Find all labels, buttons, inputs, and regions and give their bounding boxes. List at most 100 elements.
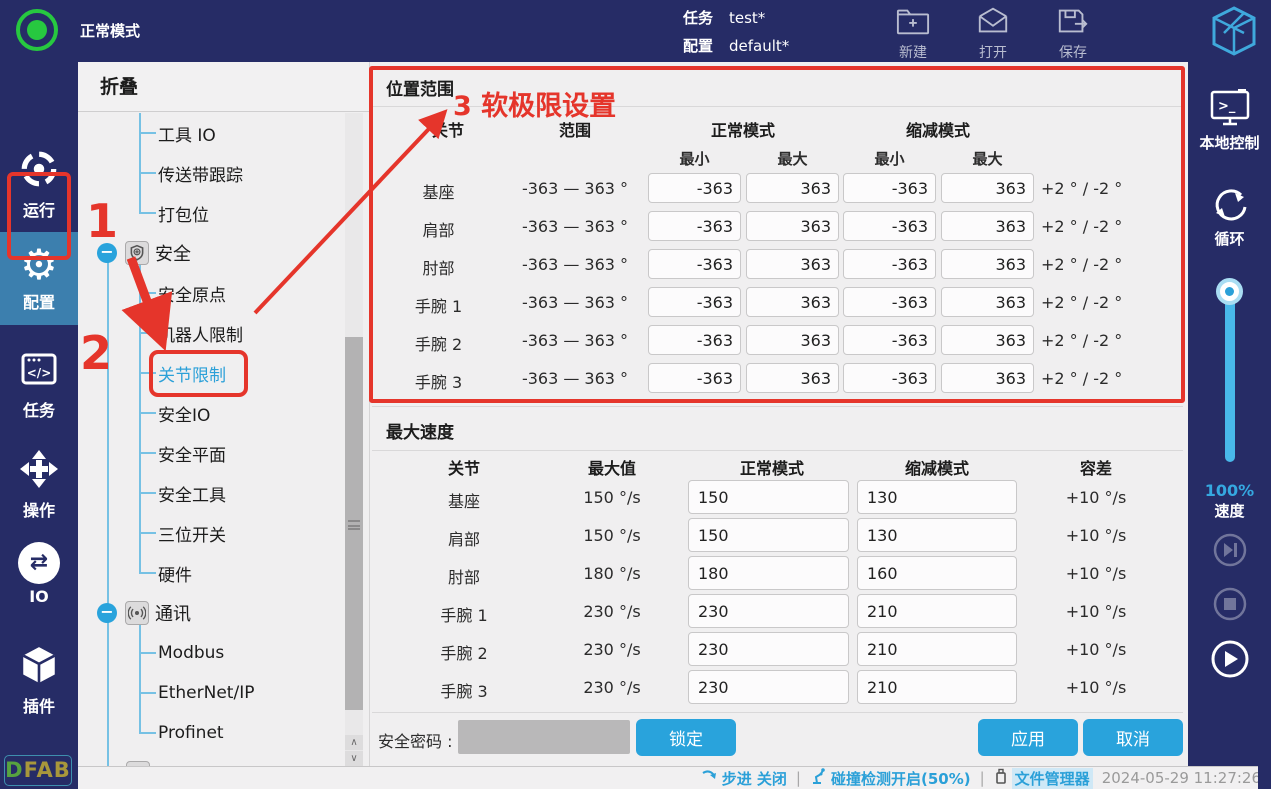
tree-item-three-pos-switch[interactable]: 三位开关 <box>78 516 338 550</box>
reduced-min-input[interactable] <box>843 249 936 279</box>
normal-min-input[interactable] <box>648 325 741 355</box>
tree-collapse-header[interactable]: 折叠 <box>78 62 370 112</box>
position-row-wrist1: 手腕 1 -363 — 363 ° +2 ° / -2 ° <box>372 285 1183 323</box>
reduced-max-input[interactable] <box>941 249 1034 279</box>
reduced-max-input[interactable] <box>941 325 1034 355</box>
reduced-speed-input[interactable] <box>857 556 1017 590</box>
reduced-speed-input[interactable] <box>857 594 1017 628</box>
normal-min-input[interactable] <box>648 211 741 241</box>
reduced-speed-input[interactable] <box>857 480 1017 514</box>
normal-speed-input[interactable] <box>688 594 849 628</box>
tree-item-safety[interactable]: − 安全 <box>78 236 338 270</box>
joint-range: -363 — 363 ° <box>505 217 645 236</box>
normal-min-input[interactable] <box>648 363 741 393</box>
reduced-min-input[interactable] <box>843 287 936 317</box>
usb-drive-icon <box>994 768 1008 789</box>
reduced-min-input[interactable] <box>843 363 936 393</box>
save-button[interactable]: 保存 <box>1043 6 1103 62</box>
reduced-min-input[interactable] <box>843 325 936 355</box>
io-swap-arrows-icon: ⇄ <box>18 542 60 584</box>
local-control-label: 本地控制 <box>1188 132 1271 153</box>
save-icon <box>1056 21 1090 40</box>
code-window-icon: </> <box>18 375 60 394</box>
tree-item-robot-limit[interactable]: 机器人限制 <box>78 316 338 350</box>
tree-scrollbar[interactable]: ∧ ∨ <box>345 113 363 766</box>
reduced-max-input[interactable] <box>941 173 1034 203</box>
tree-item-comm[interactable]: − 通讯 <box>78 596 338 630</box>
normal-min-input[interactable] <box>648 173 741 203</box>
reduced-min-input[interactable] <box>843 211 936 241</box>
normal-speed-input[interactable] <box>688 556 849 590</box>
speed-slider-thumb[interactable] <box>1216 278 1243 305</box>
reduced-speed-input[interactable] <box>857 670 1017 704</box>
normal-max-input[interactable] <box>746 249 839 279</box>
collision-detect-status[interactable]: 碰撞检测开启(50%) <box>810 768 971 789</box>
open-button[interactable]: 打开 <box>963 6 1023 62</box>
tree-item-conveyor[interactable]: 传送带跟踪 <box>78 156 338 190</box>
reduced-max-input[interactable] <box>941 211 1034 241</box>
tree-item-partial[interactable] <box>78 756 338 766</box>
nav-item-operate[interactable]: 操作 <box>0 448 78 521</box>
position-range-title: 位置范围 <box>386 75 454 100</box>
step-forward-button[interactable] <box>1188 532 1271 572</box>
tree-item-hardware[interactable]: 硬件 <box>78 556 338 590</box>
collapse-minus-icon[interactable]: − <box>97 243 117 263</box>
loop-icon[interactable] <box>1188 183 1271 231</box>
normal-max-input[interactable] <box>746 325 839 355</box>
reduced-min-input[interactable] <box>843 173 936 203</box>
cancel-button[interactable]: 取消 <box>1083 719 1183 756</box>
reduced-speed-input[interactable] <box>857 632 1017 666</box>
config-tree-panel: 折叠 工具 IO 传送带跟踪 打包位 − 安全 安全原点 机器人限制 关节限制 … <box>78 62 370 766</box>
local-control-terminal-icon[interactable]: >_ <box>1188 88 1271 132</box>
normal-max-input[interactable] <box>746 211 839 241</box>
nav-item-config-label: 配置 <box>0 289 78 313</box>
safety-password-input[interactable] <box>458 720 630 754</box>
normal-speed-input[interactable] <box>688 632 849 666</box>
normal-min-input[interactable] <box>648 287 741 317</box>
nav-item-run[interactable]: 运行 <box>0 148 78 221</box>
reduced-speed-input[interactable] <box>857 518 1017 552</box>
tree-item-ethernet-ip[interactable]: EtherNet/IP <box>78 676 338 710</box>
apply-button[interactable]: 应用 <box>978 719 1078 756</box>
nav-item-config[interactable]: ⚙ 配置 <box>0 232 78 325</box>
tree-item-safe-home[interactable]: 安全原点 <box>78 276 338 310</box>
tree-item-safe-plane[interactable]: 安全平面 <box>78 436 338 470</box>
step-mode-status[interactable]: 步进 关闭 <box>701 768 787 789</box>
joint-limit-main-panel: 位置范围 关节 范围 正常模式 缩减模式 最小 最大 最小 最大 基座 -363… <box>372 62 1183 766</box>
tree-item-joint-limit[interactable]: 关节限制 <box>78 356 338 390</box>
scroll-down-button[interactable]: ∨ <box>345 751 363 766</box>
play-button[interactable] <box>1188 639 1271 683</box>
normal-max-input[interactable] <box>746 287 839 317</box>
nav-item-task[interactable]: </> 任务 <box>0 348 78 421</box>
new-button[interactable]: 新建 <box>883 6 943 62</box>
nav-item-io[interactable]: ⇄ IO <box>0 542 78 606</box>
tree-item-pack[interactable]: 打包位 <box>78 196 338 230</box>
normal-speed-input[interactable] <box>688 518 849 552</box>
scroll-up-button[interactable]: ∧ <box>345 735 363 750</box>
tolerance-value: +10 °/s <box>1016 602 1176 621</box>
file-manager-button[interactable]: 文件管理器 <box>994 768 1093 789</box>
tree-item-safe-tool[interactable]: 安全工具 <box>78 476 338 510</box>
normal-max-input[interactable] <box>746 173 839 203</box>
normal-speed-input[interactable] <box>688 480 849 514</box>
reduced-max-input[interactable] <box>941 363 1034 393</box>
speed-slider-track[interactable] <box>1225 290 1235 462</box>
reduced-max-input[interactable] <box>941 287 1034 317</box>
loop-label: 循环 <box>1188 228 1271 249</box>
normal-min-input[interactable] <box>648 249 741 279</box>
joint-name: 手腕 3 <box>372 369 505 393</box>
lock-button[interactable]: 锁定 <box>636 719 736 756</box>
normal-speed-input[interactable] <box>688 670 849 704</box>
stop-button[interactable] <box>1188 586 1271 626</box>
speed-row-elbow: 肘部 180 °/s +10 °/s <box>372 556 1183 594</box>
speed-label: 速度 <box>1188 500 1271 521</box>
tree-item-profinet[interactable]: Profinet <box>78 716 338 750</box>
collapse-minus-icon[interactable]: − <box>97 603 117 623</box>
tree-item-modbus[interactable]: Modbus <box>78 636 338 670</box>
tree-item-safe-io[interactable]: 安全IO <box>78 396 338 430</box>
tree-item-tool-io[interactable]: 工具 IO <box>78 116 338 150</box>
open-button-label: 打开 <box>963 42 1023 62</box>
normal-max-input[interactable] <box>746 363 839 393</box>
nav-item-plugin[interactable]: 插件 <box>0 644 78 717</box>
tree-scrollbar-thumb[interactable] <box>345 337 363 710</box>
